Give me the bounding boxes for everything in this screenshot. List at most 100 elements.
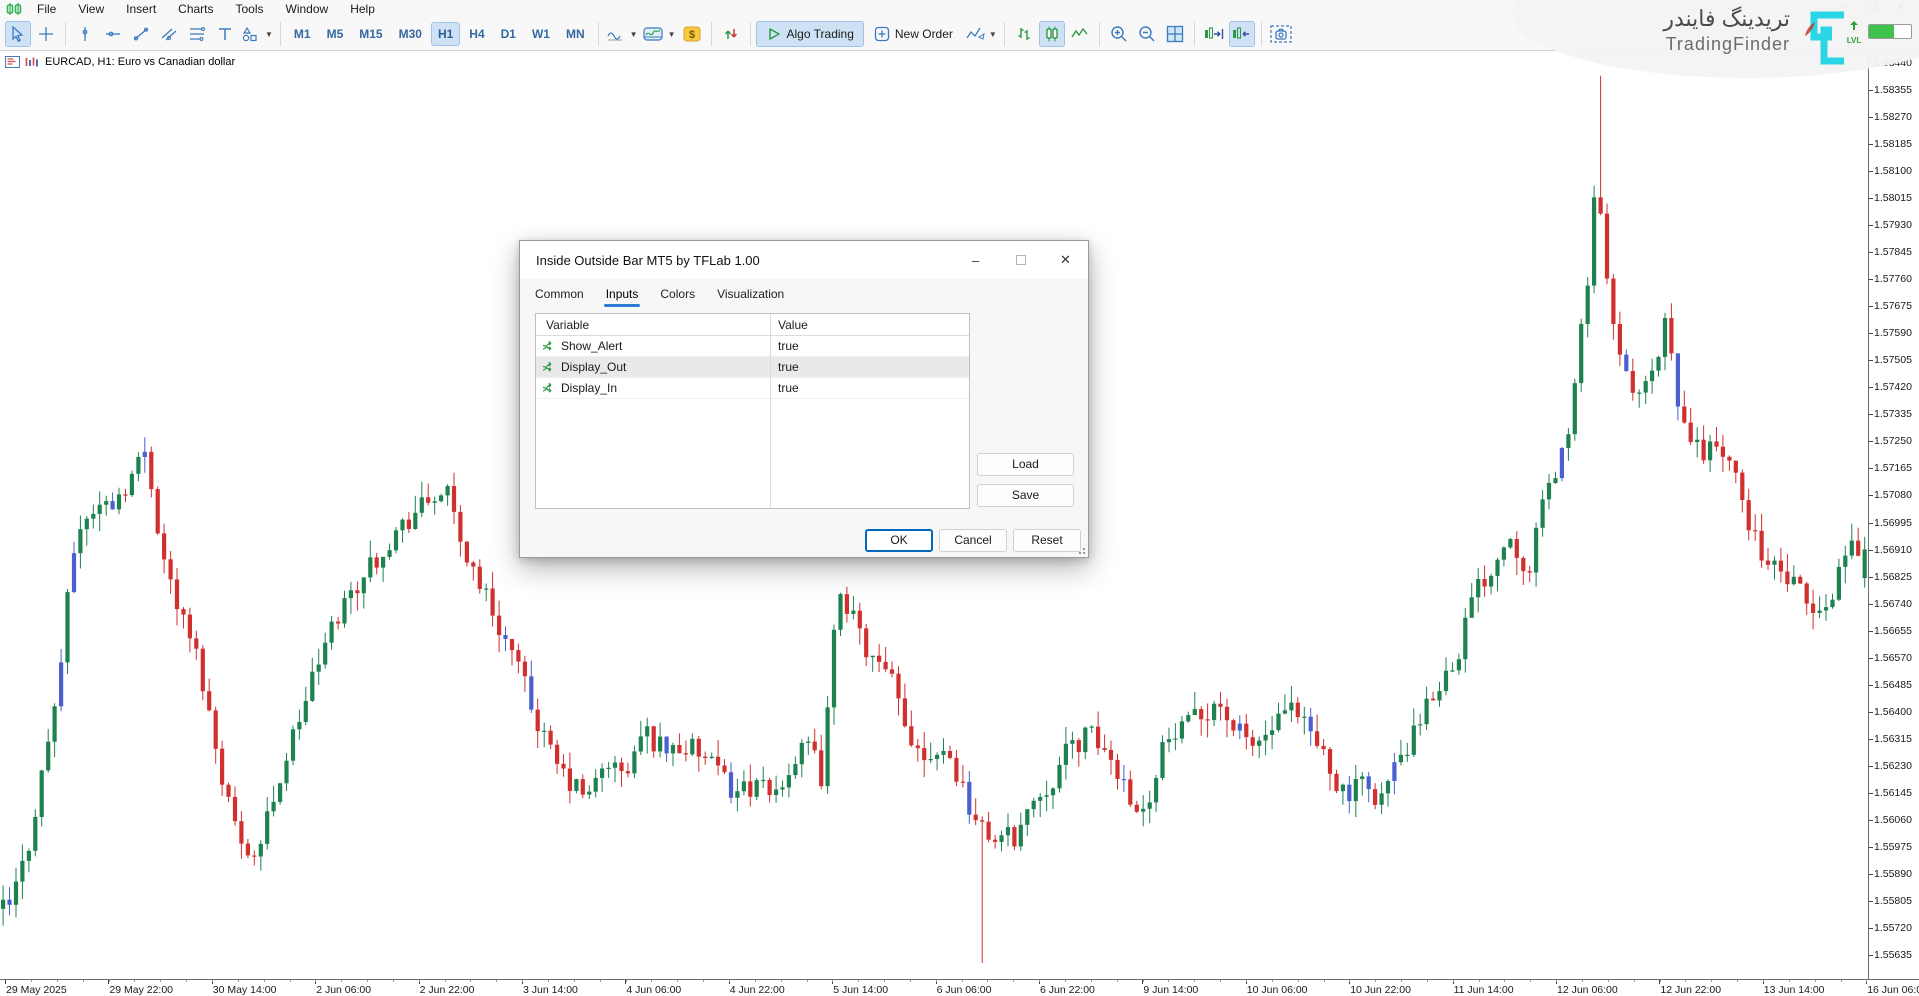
screenshot-button[interactable]	[1268, 21, 1294, 47]
tile-windows-button[interactable]	[1162, 21, 1188, 47]
algo-trading-button[interactable]: Algo Trading	[756, 21, 864, 47]
fibonacci-button[interactable]	[184, 21, 210, 47]
dialog-maximize-button[interactable]	[998, 241, 1043, 279]
shift-end-button[interactable]	[1201, 21, 1227, 47]
time-minor-tick	[1324, 980, 1325, 982]
timeframe-m5[interactable]: M5	[320, 22, 351, 46]
currency-button[interactable]: $	[679, 21, 705, 47]
column-header-variable: Variable	[536, 314, 770, 335]
price-label: 1.57080	[1874, 489, 1912, 501]
tab-common[interactable]: Common	[535, 287, 584, 307]
bar-chart-type-button[interactable]	[1011, 21, 1037, 47]
text-button[interactable]	[212, 21, 238, 47]
menu-item-file[interactable]: File	[26, 0, 67, 18]
new-order-button[interactable]: New Order	[864, 21, 963, 47]
buy-sell-arrows-button[interactable]	[718, 21, 744, 47]
time-minor-tick	[1556, 980, 1557, 982]
save-button[interactable]: Save	[977, 484, 1074, 507]
tab-inputs[interactable]: Inputs	[606, 287, 639, 307]
value-cell[interactable]: true	[770, 360, 799, 374]
chevron-down-icon: ▼	[989, 30, 997, 39]
menu-item-window[interactable]: Window	[275, 0, 340, 18]
toolbar-separator	[1261, 22, 1262, 46]
vertical-line-button[interactable]	[72, 21, 98, 47]
timeframe-m15[interactable]: M15	[352, 22, 389, 46]
value-cell[interactable]: true	[770, 381, 799, 395]
time-minor-tick	[1711, 980, 1712, 982]
cursor-button[interactable]	[5, 21, 31, 47]
menu-item-charts[interactable]: Charts	[167, 0, 224, 18]
menu-item-tools[interactable]: Tools	[225, 0, 275, 18]
reset-button[interactable]: Reset	[1013, 529, 1081, 552]
candlestick-type-button[interactable]	[1039, 21, 1065, 47]
trendline-button[interactable]	[128, 21, 154, 47]
time-label: 4 Jun 22:00	[730, 984, 785, 996]
new-order-icon	[874, 26, 890, 42]
channel-button[interactable]	[156, 21, 182, 47]
dialog-minimize-button[interactable]: –	[953, 241, 998, 279]
time-label: 3 Jun 14:00	[523, 984, 578, 996]
time-minor-tick	[57, 980, 58, 982]
price-axis[interactable]: 1.584401.583551.582701.581851.581001.580…	[1868, 52, 1919, 979]
price-label: 1.55635	[1874, 949, 1912, 961]
menu-item-insert[interactable]: Insert	[115, 0, 167, 18]
timeframe-m1[interactable]: M1	[287, 22, 318, 46]
dialog-title-bar[interactable]: Inside Outside Bar MT5 by TFLab 1.00 – ✕	[520, 241, 1088, 279]
time-label: 12 Jun 06:00	[1557, 984, 1618, 996]
cancel-button[interactable]: Cancel	[939, 529, 1007, 552]
table-header: Variable Value	[536, 314, 969, 336]
pattern-button[interactable]: ▼	[964, 21, 998, 47]
price-tick	[1869, 793, 1873, 794]
price-label: 1.55720	[1874, 922, 1912, 934]
zoom-in-button[interactable]	[1106, 21, 1132, 47]
chart-window-icon[interactable]	[5, 56, 20, 68]
value-cell[interactable]: true	[770, 339, 799, 353]
time-minor-tick	[264, 980, 265, 982]
tab-colors[interactable]: Colors	[660, 287, 695, 307]
resize-grip[interactable]	[1076, 545, 1086, 555]
variable-cell: Display_In	[536, 381, 770, 396]
time-label: 12 Jun 22:00	[1660, 984, 1721, 996]
line-chart-type-button[interactable]	[1067, 21, 1093, 47]
ok-button[interactable]: OK	[865, 529, 933, 552]
zoom-out-button[interactable]	[1134, 21, 1160, 47]
shapes-button[interactable]: ▼	[240, 21, 274, 47]
time-minor-tick	[1737, 980, 1738, 982]
timeframe-h4[interactable]: H4	[462, 22, 491, 46]
crosshair-button[interactable]	[33, 21, 59, 47]
timeframe-d1[interactable]: D1	[494, 22, 523, 46]
table-row[interactable]: Display_Intrue	[536, 378, 969, 399]
price-tick	[1869, 631, 1873, 632]
load-button[interactable]: Load	[977, 453, 1074, 476]
time-minor-tick	[1246, 980, 1247, 982]
dialog-close-button[interactable]: ✕	[1043, 241, 1088, 279]
timeframe-w1[interactable]: W1	[525, 22, 557, 46]
time-minor-tick	[393, 980, 394, 982]
tab-visualization[interactable]: Visualization	[717, 287, 784, 307]
variable-name: Show_Alert	[561, 339, 622, 353]
auto-scroll-button[interactable]	[1229, 21, 1255, 47]
time-axis[interactable]: 29 May 202529 May 22:0030 May 14:002 Jun…	[0, 979, 1919, 996]
toolbar-separator	[711, 22, 712, 46]
timeframe-h1[interactable]: H1	[431, 22, 460, 46]
timeframe-mn[interactable]: MN	[559, 22, 592, 46]
column-divider[interactable]	[770, 314, 771, 508]
time-minor-tick	[1685, 980, 1686, 982]
table-row[interactable]: Show_Alert true	[536, 336, 969, 357]
account-level: LVL	[1844, 18, 1914, 45]
price-tick	[1869, 171, 1873, 172]
time-minor-tick	[987, 980, 988, 982]
inputs-table[interactable]: Variable Value Show_AlerttrueDisplay_Out…	[535, 313, 970, 509]
chart-bars-icon[interactable]	[24, 56, 39, 68]
time-label: 30 May 14:00	[213, 984, 277, 996]
time-minor-tick	[419, 980, 420, 982]
horizontal-line-button[interactable]	[100, 21, 126, 47]
mt5-window: FileViewInsertChartsToolsWindowHelp – ❐ …	[0, 0, 1919, 996]
indicators-button[interactable]: ▼	[605, 21, 639, 47]
price-label: 1.55805	[1874, 895, 1912, 907]
table-row[interactable]: Display_Outtrue	[536, 357, 969, 378]
menu-item-view[interactable]: View	[67, 0, 115, 18]
oscillators-button[interactable]: ▼	[641, 21, 677, 47]
timeframe-m30[interactable]: M30	[392, 22, 429, 46]
menu-item-help[interactable]: Help	[339, 0, 386, 18]
